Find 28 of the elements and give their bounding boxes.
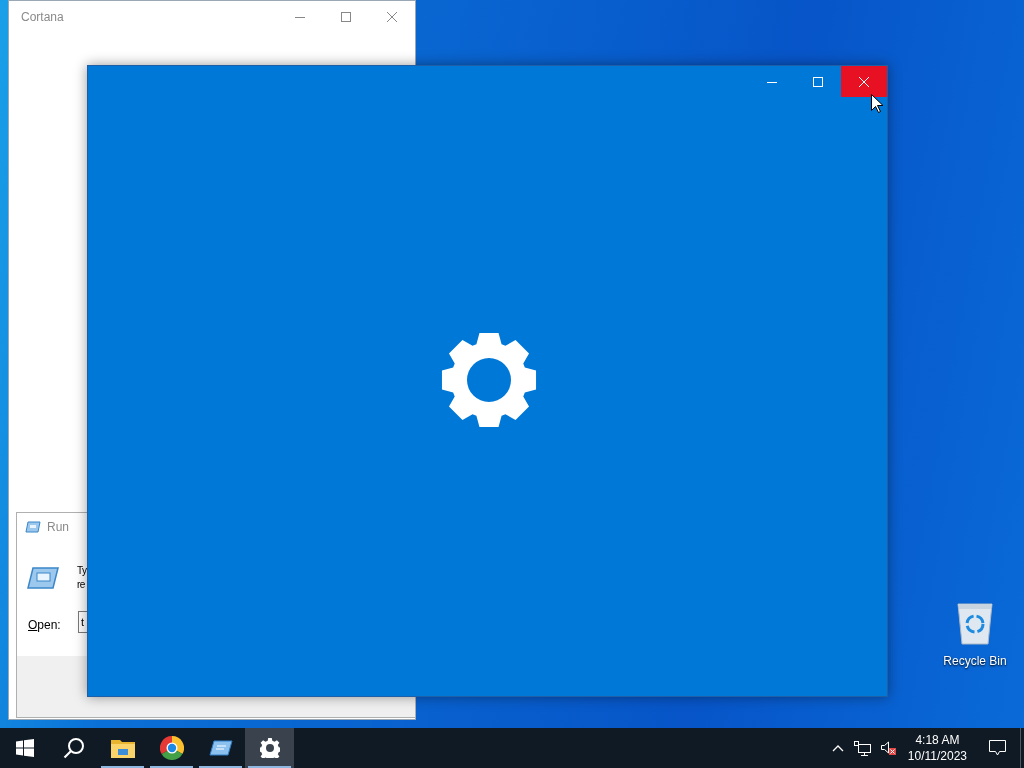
muted-speaker-icon[interactable] [879,740,896,756]
open-field[interactable]: t [78,611,87,633]
close-icon [858,75,870,88]
chrome-icon [159,736,184,760]
taskbar-button[interactable] [245,728,294,768]
mouse-cursor [871,94,883,113]
maximize-icon [341,12,351,22]
network-icon[interactable] [853,740,871,756]
clock[interactable]: 4:18 AM 10/11/2023 [899,732,975,764]
gear-icon [259,738,280,758]
run-icon [208,740,233,756]
chevron-up-icon[interactable] [831,744,844,752]
icon-label: Recycle Bin [943,653,1007,670]
maximize-icon [813,76,823,87]
desktop-icon[interactable]: Recycle Bin [940,600,1010,670]
notification-icon[interactable] [989,740,1006,756]
gear-icon [440,331,538,429]
dialog-title: Run [47,519,69,536]
open-label: Open: [28,617,61,634]
run-icon [27,567,59,589]
search-icon [62,737,85,759]
recycle-bin-icon [955,600,995,646]
folder-icon [110,738,135,758]
run-icon [25,521,41,533]
windows-icon [15,739,34,757]
window-title: Cortana [21,9,64,26]
instruction-text: Ty re [77,564,87,592]
close-icon [387,12,397,22]
